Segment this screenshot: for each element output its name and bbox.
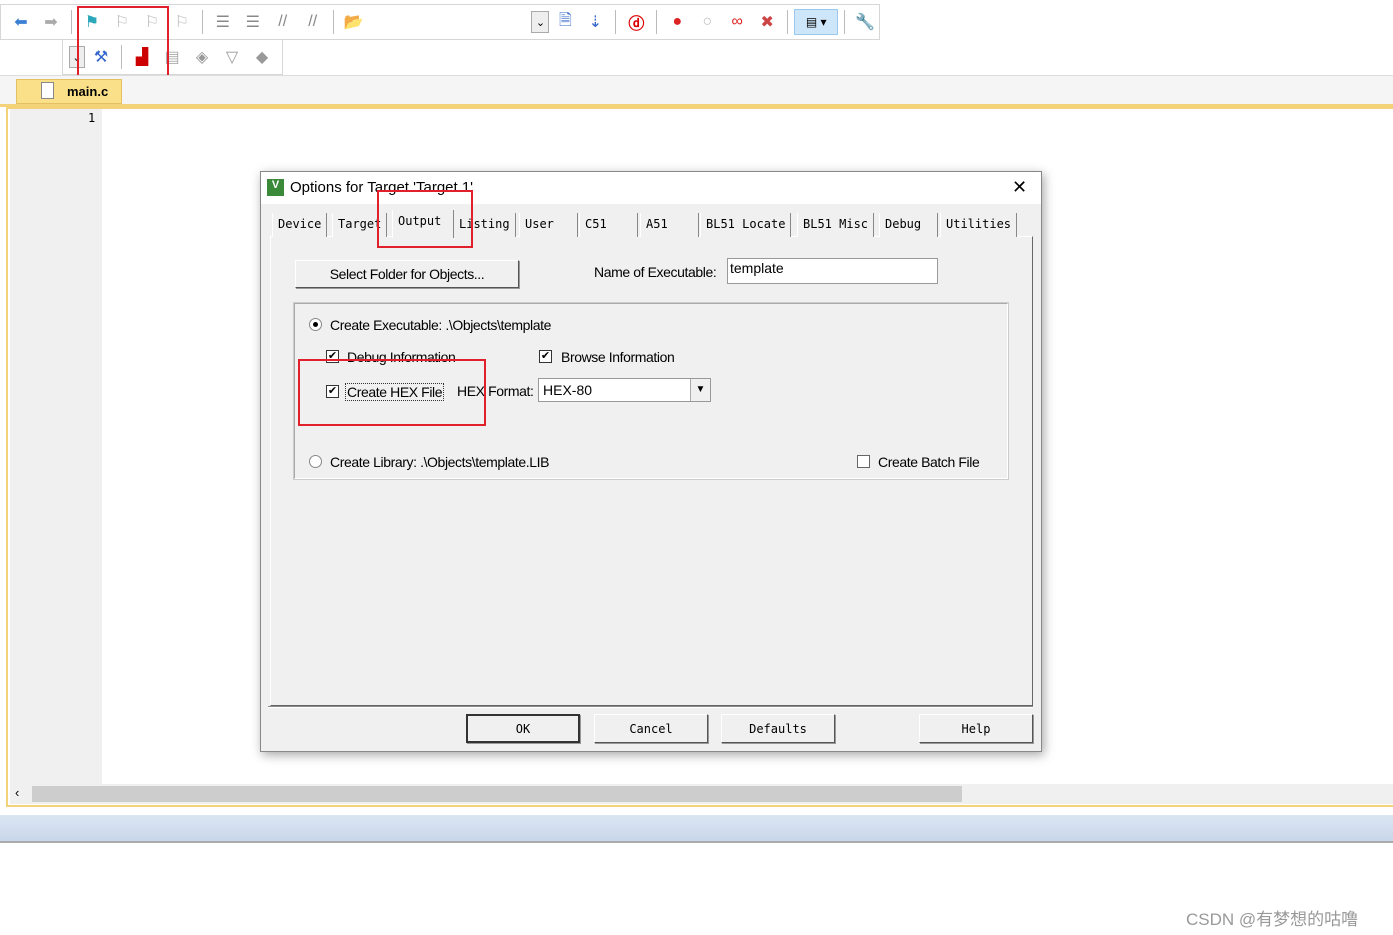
horizontal-scrollbar[interactable]: ‹ — [10, 784, 1393, 804]
highlight-box-output-tab — [377, 190, 473, 248]
defaults-button[interactable]: Defaults — [721, 714, 835, 743]
browse-info-checkbox[interactable]: ✔ — [539, 350, 552, 363]
ok-label: OK — [515, 721, 531, 736]
tab-label: main.c — [67, 84, 109, 99]
create-library-label: Create Library: .\Objects\template.LIB — [330, 454, 550, 470]
find-dropdown-icon[interactable]: ⌄ — [531, 11, 550, 33]
tab-debug[interactable]: Debug — [879, 213, 938, 237]
configure-icon[interactable]: 🔧 — [851, 9, 879, 35]
tab-bl51-misc[interactable]: BL51 Misc — [797, 213, 875, 237]
tab-main-c[interactable]: main.c — [16, 79, 122, 104]
create-batch-checkbox[interactable] — [857, 455, 870, 468]
tab-device[interactable]: Device — [272, 213, 328, 237]
defaults-label: Defaults — [749, 721, 807, 736]
line-number: 1 — [88, 111, 96, 125]
divider — [787, 10, 789, 34]
window-layout-icon[interactable]: ▤ ▾ — [794, 9, 839, 35]
divider — [70, 10, 72, 34]
create-executable-radio[interactable] — [309, 318, 322, 331]
browse-info-label: Browse Information — [561, 349, 675, 365]
hex-format-value: HEX-80 — [543, 382, 593, 398]
disable-breakpoint-icon[interactable]: ○ — [693, 9, 721, 35]
editor-tabbar — [0, 75, 1393, 107]
incremental-find-icon[interactable]: 🗎 — [551, 9, 579, 35]
create-executable-label: Create Executable: .\Objects\template — [330, 317, 551, 333]
disable-all-breakpoints-icon[interactable]: ∞ — [723, 9, 751, 35]
divider — [201, 10, 203, 34]
indent-icon[interactable]: ☰ — [209, 9, 237, 35]
find-in-files-icon[interactable]: 📂 — [340, 9, 368, 35]
browse-symbols-icon[interactable]: ⇣ — [581, 9, 609, 35]
divider — [656, 10, 658, 34]
tab-a51[interactable]: A51 — [640, 213, 699, 237]
batch-build-icon[interactable]: ▽ — [218, 44, 246, 70]
pack-installer-icon[interactable]: ◆ — [248, 44, 276, 70]
forward-arrow-icon[interactable]: ➡ — [37, 9, 65, 35]
kill-breakpoints-icon[interactable]: ✖ — [753, 9, 781, 35]
uvision-logo-icon: V — [267, 179, 284, 196]
divider — [844, 10, 846, 34]
tab-user[interactable]: User — [519, 213, 578, 237]
file-icon — [41, 82, 54, 99]
cancel-label: Cancel — [629, 721, 673, 736]
create-library-radio[interactable] — [309, 455, 322, 468]
breakpoint-icon[interactable]: ● — [663, 9, 691, 35]
tab-utilities[interactable]: Utilities — [940, 213, 1018, 237]
ok-button[interactable]: OK — [466, 714, 580, 743]
cancel-button[interactable]: Cancel — [594, 714, 708, 743]
scroll-left-icon[interactable]: ‹ — [15, 785, 19, 800]
name-of-executable-input[interactable] — [727, 258, 938, 284]
name-of-executable-label: Name of Executable: — [594, 264, 717, 280]
help-button[interactable]: Help — [919, 714, 1033, 743]
highlight-box-hex — [298, 359, 486, 426]
scroll-thumb[interactable] — [32, 786, 962, 802]
back-arrow-icon[interactable]: ⬅ — [7, 9, 35, 35]
button-divider — [268, 706, 1033, 708]
clear-bookmarks-icon[interactable]: ⚐ — [168, 9, 196, 35]
divider — [615, 10, 617, 34]
create-batch-label: Create Batch File — [878, 454, 980, 470]
help-label: Help — [961, 721, 991, 736]
select-folder-label: Select Folder for Objects... — [329, 266, 485, 282]
select-folder-button[interactable]: Select Folder for Objects... — [295, 260, 519, 288]
comment-icon[interactable]: // — [269, 9, 297, 35]
close-icon[interactable]: ✕ — [1012, 177, 1027, 198]
watermark: CSDN @有梦想的咕噜 — [1186, 910, 1359, 929]
unindent-icon[interactable]: ☰ — [239, 9, 267, 35]
divider — [332, 10, 334, 34]
status-bar — [0, 815, 1393, 843]
debug-session-icon[interactable]: ⓓ — [622, 9, 650, 35]
hex-format-select[interactable]: HEX-80 ▼ — [538, 378, 711, 402]
line-gutter — [10, 109, 102, 784]
tab-c51[interactable]: C51 — [579, 213, 638, 237]
tab-bl51-locate[interactable]: BL51 Locate — [700, 213, 792, 237]
select-packs-icon[interactable]: ◈ — [188, 44, 216, 70]
uncomment-icon[interactable]: // — [299, 9, 327, 35]
chevron-down-icon[interactable]: ▼ — [690, 379, 710, 401]
